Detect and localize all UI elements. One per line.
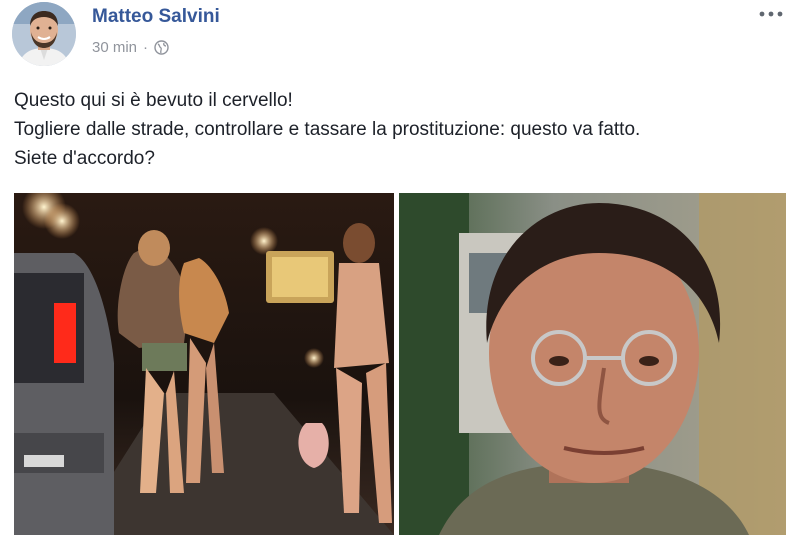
post-text-line: Siete d'accordo? bbox=[14, 148, 155, 169]
post-meta: 30 min · bbox=[92, 39, 169, 56]
facebook-post: Matteo Salvini 30 min · Questo qui si è … bbox=[0, 0, 800, 535]
post-text-line: Questo qui si è bevuto il cervello! bbox=[14, 90, 293, 111]
author-avatar[interactable] bbox=[12, 2, 76, 66]
author-name-link[interactable]: Matteo Salvini bbox=[92, 6, 220, 28]
post-text: Questo qui si è bevuto il cervello! Togl… bbox=[14, 86, 784, 173]
post-text-line: Togliere dalle strade, controllare e tas… bbox=[14, 119, 641, 140]
more-options-icon[interactable] bbox=[754, 0, 788, 28]
post-photo-street-night[interactable] bbox=[14, 193, 394, 535]
post-photo-man-portrait[interactable] bbox=[399, 193, 786, 535]
meta-separator: · bbox=[143, 39, 149, 56]
post-timestamp[interactable]: 30 min bbox=[92, 39, 137, 56]
globe-icon[interactable] bbox=[154, 40, 169, 55]
post-photos bbox=[14, 193, 786, 535]
